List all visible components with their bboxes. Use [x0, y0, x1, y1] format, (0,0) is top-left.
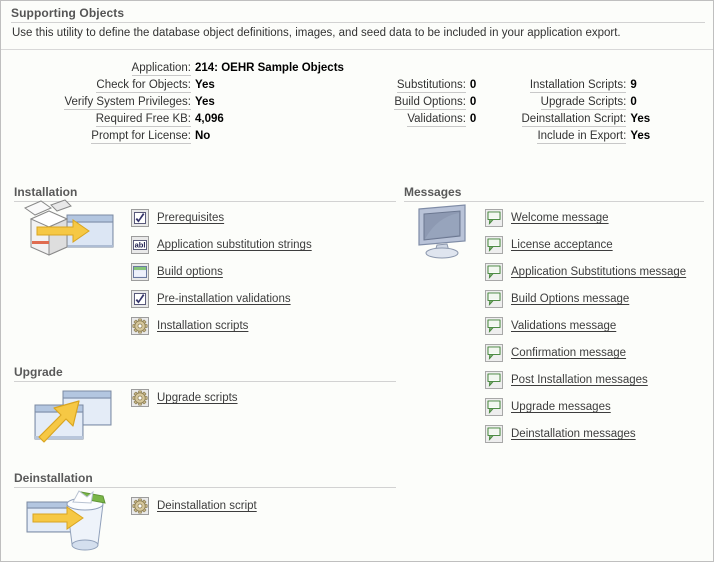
messages-link-confirmation-message[interactable]: Confirmation message: [511, 346, 626, 360]
section-rule-upgrade: [14, 381, 396, 382]
speech-bubble-icon: [485, 209, 503, 227]
list-item[interactable]: Upgrade scripts: [131, 389, 238, 407]
speech-bubble-icon: [485, 371, 503, 389]
attr-label: Prompt for License:: [91, 130, 191, 144]
section-title-installation: Installation: [14, 185, 78, 199]
speech-bubble-icon: [485, 236, 503, 254]
speech-bubble-icon: [485, 317, 503, 335]
page-title: Supporting Objects: [11, 6, 125, 20]
gear-icon: [131, 389, 149, 407]
table-row: Prompt for License: No Include in Export…: [1, 129, 672, 146]
attr-label: Substitutions:: [396, 79, 466, 93]
messages-link-application-substitutions-message[interactable]: Application Substitutions message: [511, 265, 686, 279]
list-item[interactable]: Prerequisites: [131, 209, 224, 227]
abl-text-icon: abl: [131, 236, 149, 254]
attr-label: Upgrade Scripts:: [540, 96, 627, 110]
attr-value: 0: [630, 96, 637, 108]
attr-value: 4,096: [195, 113, 224, 125]
section-title-messages: Messages: [404, 185, 462, 199]
attr-label-application: Application:: [131, 62, 191, 76]
attr-value: 9: [630, 79, 637, 91]
speech-bubble-icon: [485, 290, 503, 308]
attr-label: Installation Scripts:: [529, 79, 627, 93]
messages-link-validations-message[interactable]: Validations message: [511, 319, 616, 333]
section-rule-messages: [404, 201, 704, 202]
installation-link-installation-scripts[interactable]: Installation scripts: [157, 319, 248, 333]
gear-icon: [131, 497, 149, 515]
region-header: Supporting Objects: [11, 6, 705, 23]
attr-label: Deinstallation Script:: [521, 113, 627, 127]
section-title-deinstallation: Deinstallation: [14, 471, 93, 485]
list-item[interactable]: Build Options message: [485, 290, 629, 308]
list-item[interactable]: License acceptance: [485, 236, 613, 254]
attr-row-application: Application: 214: OEHR Sample Objects: [1, 61, 672, 78]
attr-value: Yes: [630, 130, 651, 142]
attr-value: Yes: [195, 79, 215, 91]
attr-value: No: [195, 130, 211, 142]
list-item[interactable]: Deinstallation messages: [485, 425, 636, 443]
attr-value: Yes: [195, 96, 215, 108]
list-item[interactable]: Pre-installation validations: [131, 290, 291, 308]
install-package-icon: [21, 199, 117, 261]
installation-link-pre-installation-validations[interactable]: Pre-installation validations: [157, 292, 291, 306]
header-divider: [1, 49, 713, 50]
monitor-icon: [411, 203, 471, 259]
list-item[interactable]: Deinstallation script: [131, 497, 257, 515]
application-attributes: Application: 214: OEHR Sample Objects Ch…: [1, 61, 713, 146]
messages-link-build-options-message[interactable]: Build Options message: [511, 292, 629, 306]
messages-link-deinstallation-messages[interactable]: Deinstallation messages: [511, 427, 636, 441]
speech-bubble-icon: [485, 263, 503, 281]
table-row: Required Free KB: 4,096 Validations: 0 D…: [1, 112, 672, 129]
list-item[interactable]: Welcome message: [485, 209, 609, 227]
attr-label: Required Free KB:: [95, 113, 191, 127]
installation-link-application-substitution-strings[interactable]: Application substitution strings: [157, 238, 312, 252]
attr-label: Check for Objects:: [96, 79, 191, 93]
attr-value: 0: [469, 79, 477, 91]
list-item[interactable]: Upgrade messages: [485, 398, 611, 416]
list-item[interactable]: Post Installation messages: [485, 371, 648, 389]
region-title-rule: [11, 22, 705, 23]
attr-label-empty: [366, 129, 466, 146]
attr-value-empty: [466, 129, 498, 146]
list-item[interactable]: Installation scripts: [131, 317, 248, 335]
messages-link-upgrade-messages[interactable]: Upgrade messages: [511, 400, 611, 414]
messages-link-post-installation-messages[interactable]: Post Installation messages: [511, 373, 648, 387]
installation-link-prerequisites[interactable]: Prerequisites: [157, 211, 224, 225]
supporting-objects-page: Supporting Objects Use this utility to d…: [0, 0, 714, 562]
deinstallation-link-deinstallation-script[interactable]: Deinstallation script: [157, 499, 257, 513]
attr-label: Include in Export:: [537, 130, 627, 144]
svg-text:abl: abl: [135, 241, 146, 250]
region-description: Use this utility to define the database …: [12, 27, 621, 39]
table-row: Verify System Privileges: Yes Build Opti…: [1, 95, 672, 112]
attr-label: Validations:: [407, 113, 466, 127]
attr-label: Build Options:: [394, 96, 466, 110]
section-title-upgrade: Upgrade: [14, 365, 63, 379]
list-item[interactable]: Confirmation message: [485, 344, 626, 362]
list-item[interactable]: abl Application substitution strings: [131, 236, 312, 254]
list-item[interactable]: Build options: [131, 263, 223, 281]
messages-link-welcome-message[interactable]: Welcome message: [511, 211, 609, 225]
messages-link-license-acceptance[interactable]: License acceptance: [511, 238, 613, 252]
build-options-icon: [131, 263, 149, 281]
upgrade-window-icon: [21, 385, 117, 447]
speech-bubble-icon: [485, 425, 503, 443]
attr-value: 0: [469, 113, 477, 125]
list-item[interactable]: Application Substitutions message: [485, 263, 686, 281]
gear-icon: [131, 317, 149, 335]
installation-link-build-options[interactable]: Build options: [157, 265, 223, 279]
attr-value: Yes: [630, 113, 651, 125]
attributes-table: Application: 214: OEHR Sample Objects Ch…: [1, 61, 672, 146]
attr-value: 0: [469, 96, 477, 108]
speech-bubble-icon: [485, 344, 503, 362]
upgrade-link-upgrade-scripts[interactable]: Upgrade scripts: [157, 391, 238, 405]
list-item[interactable]: Validations message: [485, 317, 616, 335]
attr-value-application: 214: OEHR Sample Objects: [195, 62, 344, 74]
attr-label: Verify System Privileges:: [64, 96, 191, 110]
deinstall-trash-icon: [21, 488, 117, 554]
checkbox-icon: [131, 290, 149, 308]
table-row: Check for Objects: Yes Substitutions: 0 …: [1, 78, 672, 95]
speech-bubble-icon: [485, 398, 503, 416]
checkbox-icon: [131, 209, 149, 227]
